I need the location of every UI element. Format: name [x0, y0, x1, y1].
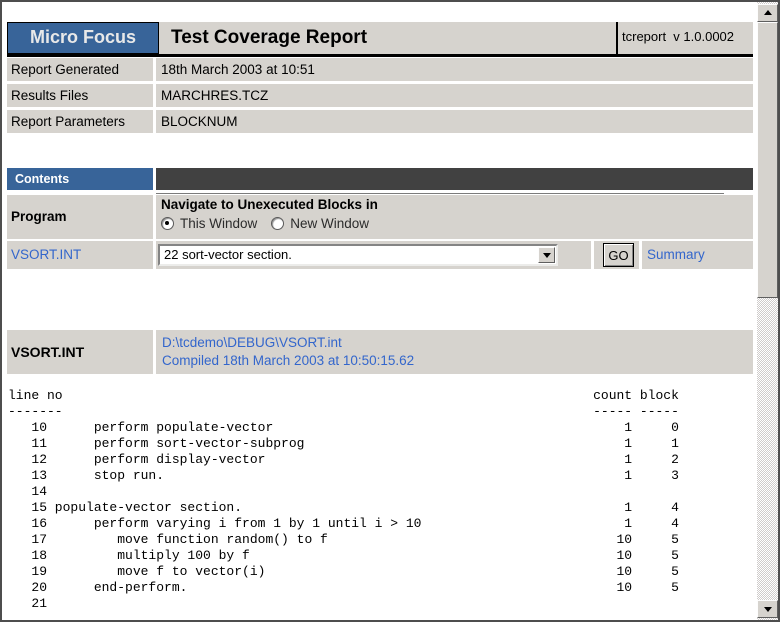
block-select[interactable]: 22 sort-vector section.	[158, 244, 558, 266]
scrollbar-track[interactable]	[757, 2, 778, 620]
contents-table-rule	[156, 193, 724, 194]
block-select-value: 22 sort-vector section.	[164, 247, 292, 262]
scroll-up-button[interactable]	[757, 4, 778, 22]
scroll-up-icon	[764, 10, 772, 15]
go-cell: GO	[594, 241, 639, 269]
scrollbar-thumb[interactable]	[757, 22, 778, 298]
this-window-label[interactable]: This Window	[180, 216, 257, 231]
navigate-cell: Navigate to Unexecuted Blocks in This Wi…	[156, 195, 753, 239]
program-detail-cell: D:\tcdemo\DEBUG\VSORT.int Compiled 18th …	[156, 330, 753, 374]
results-files-value: MARCHRES.TCZ	[156, 84, 753, 107]
report-generated-label: Report Generated	[7, 58, 153, 81]
program-name-heading: VSORT.INT	[7, 330, 153, 374]
app-version: tcreport v 1.0.0002	[616, 22, 753, 54]
app-frame: Micro Focus Test Coverage Report tcrepor…	[0, 0, 780, 622]
radio-new-window[interactable]	[271, 217, 284, 230]
summary-link[interactable]: Summary	[647, 247, 705, 262]
source-listing: line no count block ------- ----- ----- …	[8, 388, 679, 612]
radio-this-window[interactable]	[161, 217, 174, 230]
chevron-down-icon[interactable]	[538, 247, 555, 263]
compiled-timestamp: Compiled 18th March 2003 at 10:50:15.62	[162, 352, 753, 370]
brand-logo: Micro Focus	[7, 22, 159, 54]
program-path-link[interactable]: D:\tcdemo\DEBUG\VSORT.int	[162, 335, 342, 350]
report-generated-value: 18th March 2003 at 10:51	[156, 58, 753, 81]
page-title: Test Coverage Report	[159, 22, 616, 54]
report-parameters-label: Report Parameters	[7, 110, 153, 133]
scroll-down-button[interactable]	[757, 600, 778, 618]
report-parameters-value: BLOCKNUM	[156, 110, 753, 133]
header-divider	[7, 54, 753, 57]
program-column-header: Program	[7, 195, 153, 239]
block-select-cell: 22 sort-vector section.	[156, 241, 591, 269]
go-button[interactable]: GO	[603, 243, 634, 267]
contents-heading: Contents	[7, 168, 153, 190]
program-link[interactable]: VSORT.INT	[11, 247, 81, 262]
scroll-down-icon	[764, 607, 772, 612]
results-files-label: Results Files	[7, 84, 153, 107]
navigate-heading: Navigate to Unexecuted Blocks in	[161, 197, 378, 212]
window-target-radio-group: This Window New Window	[161, 216, 383, 231]
new-window-label[interactable]: New Window	[290, 216, 369, 231]
contents-heading-bar	[156, 168, 753, 190]
